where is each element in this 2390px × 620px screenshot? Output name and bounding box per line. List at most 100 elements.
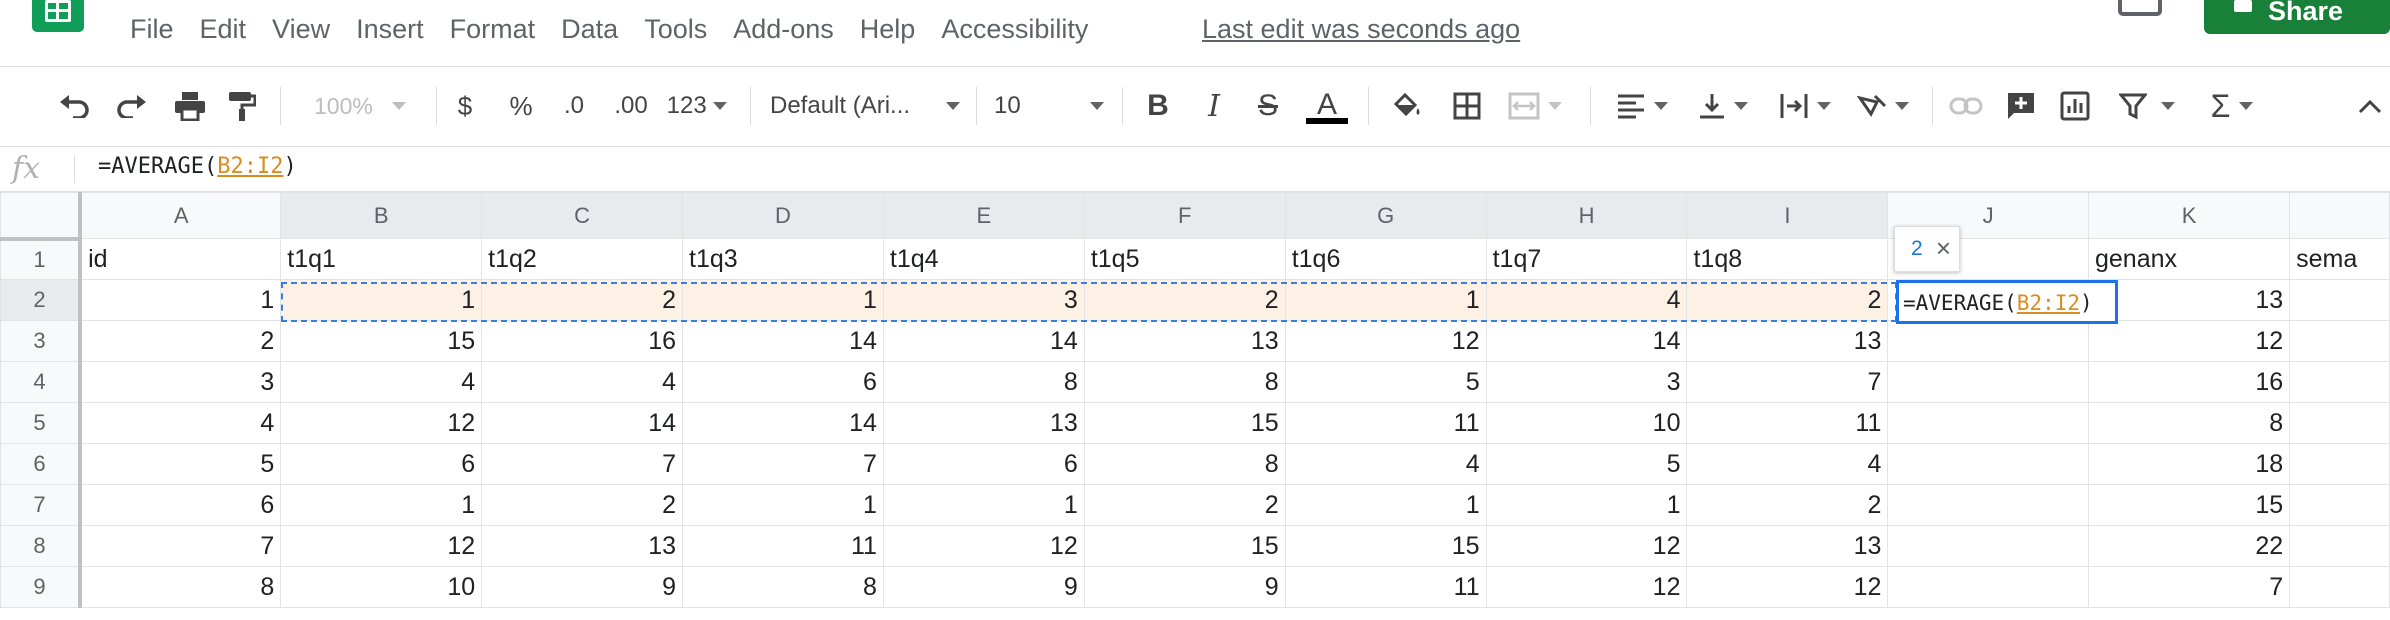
percent-format-button[interactable]: % — [502, 81, 540, 131]
cell[interactable]: 2 — [1686, 279, 1889, 321]
cell[interactable]: 13 — [2087, 279, 2291, 321]
zoom-select[interactable]: 100% — [300, 81, 420, 131]
cell[interactable]: 6 — [280, 443, 483, 485]
cell[interactable]: 12 — [1485, 525, 1688, 567]
cell[interactable]: 3 — [79, 361, 282, 403]
cell[interactable]: 3 — [1485, 361, 1688, 403]
text-rotation-icon[interactable] — [1850, 81, 1916, 131]
row-header[interactable]: 9 — [0, 566, 83, 608]
cell[interactable]: 13 — [1686, 525, 1889, 567]
row-header[interactable]: 5 — [0, 402, 83, 444]
cell[interactable]: 14 — [882, 320, 1085, 362]
column-header[interactable]: G — [1284, 192, 1487, 239]
insert-chart-icon[interactable] — [2054, 81, 2096, 131]
column-header[interactable]: B — [280, 192, 483, 239]
cell[interactable] — [1887, 566, 2089, 608]
menu-addons[interactable]: Add-ons — [733, 14, 834, 45]
cell[interactable]: 15 — [280, 320, 483, 362]
cell[interactable]: 4 — [481, 361, 684, 403]
cell[interactable]: 8 — [682, 566, 884, 608]
cell[interactable]: 2 — [1686, 484, 1889, 526]
cell[interactable]: 1 — [682, 484, 884, 526]
column-header[interactable]: E — [882, 192, 1085, 239]
cell[interactable]: 15 — [1083, 402, 1286, 444]
merge-cells-icon[interactable] — [1500, 81, 1570, 131]
print-icon[interactable] — [168, 81, 212, 131]
column-header[interactable]: H — [1485, 192, 1688, 239]
cell[interactable] — [1887, 443, 2089, 485]
cell[interactable]: genanx — [2087, 238, 2291, 280]
cell[interactable]: 9 — [882, 566, 1085, 608]
cell[interactable]: 15 — [1083, 525, 1286, 567]
cell[interactable]: 12 — [1284, 320, 1487, 362]
cell[interactable]: 12 — [1485, 566, 1688, 608]
cell[interactable]: 1 — [280, 484, 483, 526]
cell[interactable] — [2289, 443, 2390, 485]
decrease-decimal-button[interactable]: .0 — [554, 81, 594, 131]
row-header[interactable]: 6 — [0, 443, 83, 485]
cell[interactable]: 11 — [1284, 566, 1487, 608]
cell[interactable]: 13 — [481, 525, 684, 567]
cell[interactable]: 2 — [79, 320, 282, 362]
sheets-logo-icon[interactable] — [32, 0, 84, 32]
active-cell-editor[interactable]: =AVERAGE(B2:I2) — [1896, 280, 2118, 324]
cell[interactable]: 14 — [682, 402, 884, 444]
cell[interactable]: 6 — [79, 484, 282, 526]
cell[interactable]: 15 — [2087, 484, 2291, 526]
cell[interactable]: 14 — [481, 402, 684, 444]
cell[interactable]: 22 — [2087, 525, 2291, 567]
undo-icon[interactable] — [52, 81, 96, 131]
cell[interactable]: 15 — [1284, 525, 1487, 567]
cell[interactable] — [2289, 484, 2390, 526]
cell[interactable]: 7 — [1686, 361, 1889, 403]
select-all-corner[interactable] — [0, 192, 83, 241]
column-header[interactable]: C — [481, 192, 684, 239]
cell[interactable]: 12 — [2087, 320, 2291, 362]
cell[interactable]: id — [79, 238, 282, 280]
menu-view[interactable]: View — [272, 14, 330, 45]
row-header[interactable]: 8 — [0, 525, 83, 567]
menu-format[interactable]: Format — [450, 14, 536, 45]
cell[interactable]: 4 — [1686, 443, 1889, 485]
increase-decimal-button[interactable]: .00 — [606, 81, 656, 131]
cell[interactable]: 1 — [280, 279, 483, 321]
cell[interactable]: 13 — [1083, 320, 1286, 362]
insert-link-icon[interactable] — [1944, 81, 1988, 131]
font-family-select[interactable]: Default (Ari... — [770, 81, 960, 131]
cell[interactable]: t1q3 — [682, 238, 884, 280]
cell[interactable]: 13 — [882, 402, 1085, 444]
cell[interactable]: 6 — [682, 361, 884, 403]
cell[interactable]: 9 — [481, 566, 684, 608]
cell[interactable]: 16 — [481, 320, 684, 362]
menu-edit[interactable]: Edit — [200, 14, 247, 45]
cell[interactable] — [1887, 525, 2089, 567]
comments-icon[interactable] — [2118, 0, 2162, 16]
menu-insert[interactable]: Insert — [356, 14, 424, 45]
cell[interactable]: 16 — [2087, 361, 2291, 403]
cell[interactable]: 12 — [882, 525, 1085, 567]
cell[interactable]: 8 — [79, 566, 282, 608]
cell[interactable]: 2 — [1083, 279, 1286, 321]
column-header[interactable]: K — [2087, 192, 2291, 239]
cell[interactable]: t1q2 — [481, 238, 684, 280]
cell[interactable]: 5 — [79, 443, 282, 485]
cell[interactable] — [1887, 402, 2089, 444]
column-header[interactable]: A — [79, 192, 282, 239]
menu-file[interactable]: File — [130, 14, 174, 45]
cell[interactable]: t1q6 — [1284, 238, 1487, 280]
formula-input[interactable]: =AVERAGE(B2:I2) — [98, 154, 297, 179]
cell[interactable]: 14 — [1485, 320, 1688, 362]
last-edit-link[interactable]: Last edit was seconds ago — [1202, 14, 1520, 45]
cell[interactable]: 11 — [1284, 402, 1487, 444]
cell[interactable]: 2 — [1083, 484, 1286, 526]
cell[interactable] — [1887, 361, 2089, 403]
redo-icon[interactable] — [110, 81, 154, 131]
cell[interactable] — [2289, 402, 2390, 444]
text-color-button[interactable]: A — [1304, 81, 1350, 131]
cell[interactable]: 3 — [882, 279, 1085, 321]
cell[interactable]: 8 — [2087, 402, 2291, 444]
filter-icon[interactable] — [2112, 81, 2182, 131]
cell[interactable]: t1q1 — [280, 238, 483, 280]
cell[interactable]: 1 — [1485, 484, 1688, 526]
horizontal-align-icon[interactable] — [1606, 81, 1678, 131]
